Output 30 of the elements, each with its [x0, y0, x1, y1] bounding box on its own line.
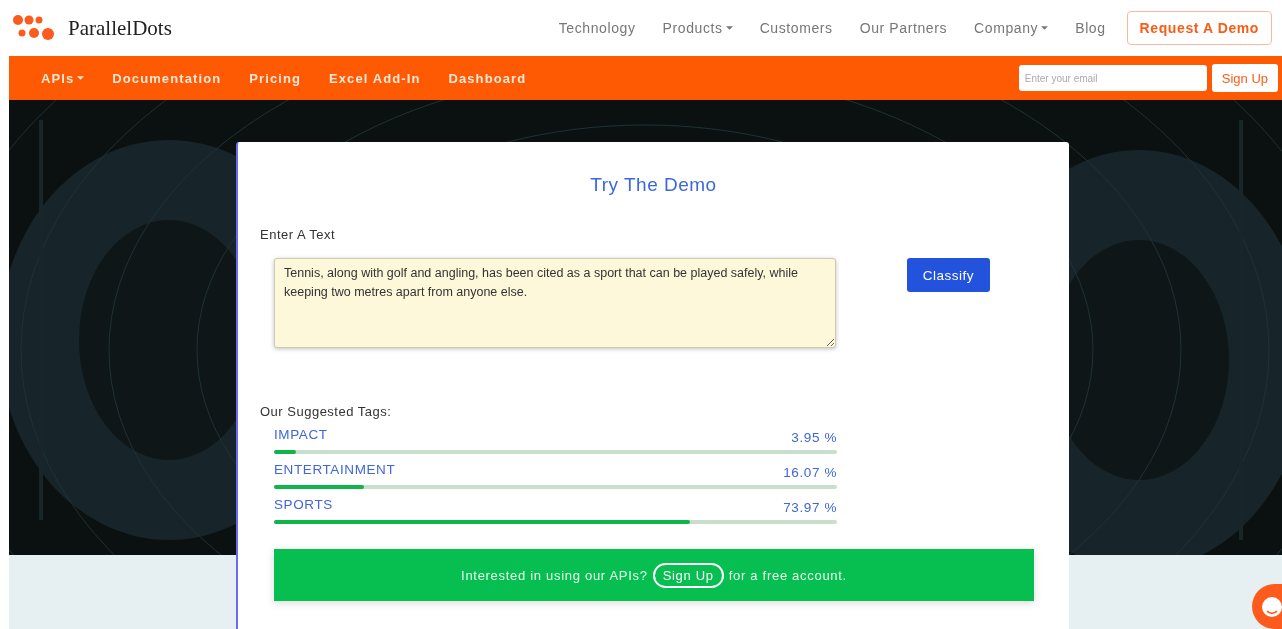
- tags-label: Our Suggested Tags:: [260, 404, 393, 419]
- classify-button[interactable]: Classify: [907, 258, 990, 292]
- banner-text: Interested in using our APIs?: [461, 567, 648, 583]
- nav-link[interactable]: Excel Add-In: [329, 70, 421, 86]
- email-field[interactable]: Enter your email: [1018, 65, 1207, 91]
- nav-link[interactable]: Customers: [759, 20, 833, 36]
- chat-icon: [1262, 594, 1282, 619]
- tag-name: ENTERTAINMENT: [274, 462, 396, 477]
- tag-name: IMPACT: [274, 427, 328, 442]
- tag-name: SPORTS: [274, 497, 333, 512]
- nav-link[interactable]: Blog: [1075, 20, 1106, 36]
- nav-link[interactable]: Company: [974, 20, 1049, 36]
- brand-name[interactable]: ParallelDots: [68, 15, 172, 41]
- nav-link[interactable]: Pricing: [249, 70, 301, 86]
- request-demo-button[interactable]: Request A Demo: [1126, 11, 1272, 45]
- nav-link[interactable]: Products: [662, 20, 733, 36]
- banner-text: for a free account.: [728, 567, 847, 583]
- nav-link[interactable]: Dashboard: [448, 70, 527, 86]
- tag-percentage: 73.97 %: [783, 500, 837, 515]
- nav-link[interactable]: Documentation: [112, 70, 222, 86]
- demo-title: Try The Demo: [589, 174, 718, 196]
- input-label: Enter A Text: [260, 227, 337, 242]
- sign-up-link[interactable]: Sign Up: [652, 562, 724, 588]
- tag-percentage: 3.95 %: [791, 430, 837, 445]
- nav-link[interactable]: Our Partners: [859, 20, 948, 36]
- nav-link[interactable]: APIs: [41, 70, 85, 86]
- nav-link[interactable]: Technology: [558, 20, 636, 36]
- tag-percentage: 16.07 %: [783, 465, 837, 480]
- text-input[interactable]: Tennis, along with golf and angling, has been cited as a sport that can be played safely, while keeping two metres apart from anyone else.: [274, 258, 836, 348]
- sign-up-button[interactable]: Sign Up: [1211, 64, 1278, 92]
